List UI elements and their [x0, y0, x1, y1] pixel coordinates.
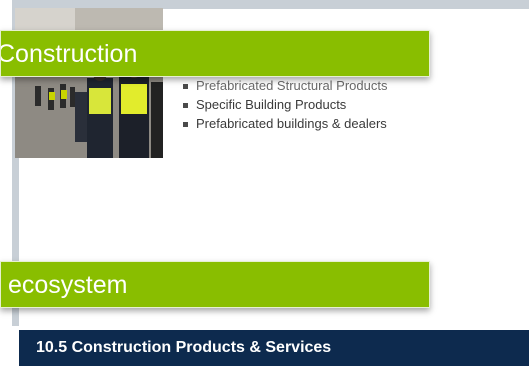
bullet-item: Prefabricated Structural Products: [183, 76, 387, 95]
bullet-item: Specific Building Products: [183, 95, 387, 114]
banner-title: ecosystem: [8, 271, 128, 299]
section-title: 10.5 Construction Products & Services: [36, 339, 332, 356]
banner-title: Construction: [0, 40, 138, 68]
bullet-item: Prefabricated buildings & dealers: [183, 114, 387, 133]
bullet-list: Prefabricated Structural Products Specif…: [183, 76, 387, 133]
section-banner-ecosystem[interactable]: ecosystem: [0, 261, 430, 308]
section-footer-bar: 10.5 Construction Products & Services: [19, 330, 529, 366]
section-banner-construction[interactable]: Construction: [0, 30, 430, 77]
